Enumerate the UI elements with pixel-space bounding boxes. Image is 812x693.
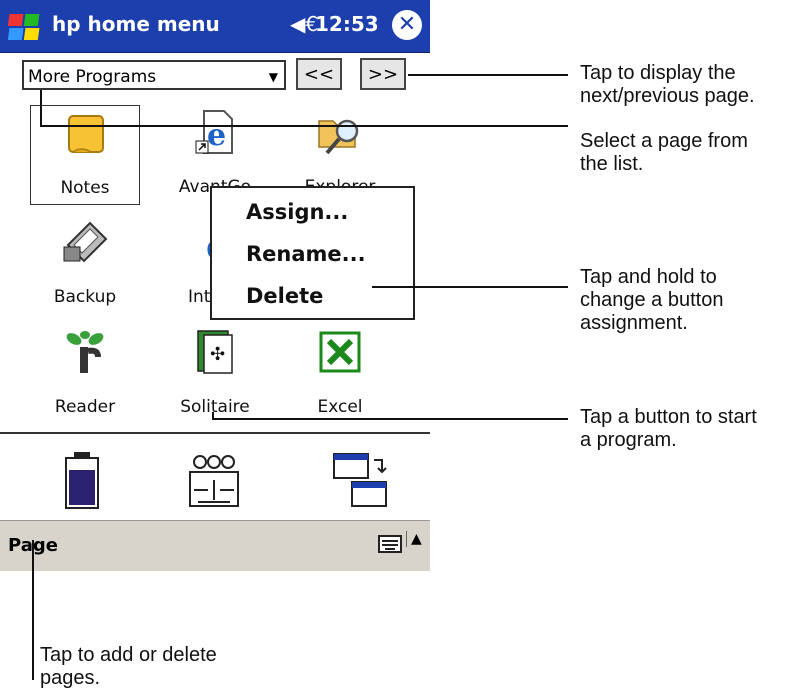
callout-select-page: Select a page from the list. <box>580 130 748 175</box>
leader-line <box>408 74 568 76</box>
app-label: Reader <box>54 397 116 417</box>
leader-line <box>40 90 42 126</box>
app-excel[interactable]: Excel <box>285 325 395 425</box>
speaker-icon[interactable]: ◀€ <box>290 12 318 36</box>
callout-button-assignment: Tap and hold to change a button assignme… <box>580 266 724 334</box>
clock[interactable]: 12:53 <box>315 12 379 36</box>
app-backup[interactable]: Backup <box>30 215 140 315</box>
close-button[interactable]: ✕ <box>392 10 422 40</box>
title-bar: hp home menu ◀€ 12:53 ✕ <box>0 0 430 53</box>
windows-start-icon[interactable] <box>8 10 44 44</box>
excel-icon <box>319 331 361 373</box>
app-label: Excel <box>317 397 363 417</box>
app-notes[interactable]: Notes <box>30 105 140 205</box>
battery-icon[interactable] <box>52 450 112 510</box>
svg-text:e: e <box>207 118 226 153</box>
app-label: Backup <box>53 287 117 307</box>
svg-text:✣: ✣ <box>210 344 225 365</box>
separator <box>0 432 430 434</box>
chevron-down-icon: ▼ <box>268 70 278 84</box>
menu-item-delete[interactable]: Delete <box>246 284 323 308</box>
callout-add-delete-pages: Tap to add or delete pages. <box>40 644 217 689</box>
next-page-button[interactable]: >> <box>360 58 406 90</box>
chevron-up-icon[interactable]: ▲ <box>406 531 422 547</box>
prev-page-button[interactable]: << <box>296 58 342 90</box>
buttons-settings-icon[interactable] <box>184 450 244 510</box>
reader-icon <box>66 331 104 373</box>
callout-next-previous: Tap to display the next/previous page. <box>580 62 755 107</box>
page-select-value: More Programs <box>28 67 157 87</box>
app-label: Solitaire <box>180 397 250 417</box>
context-menu: Assign... Rename... Delete <box>210 186 415 320</box>
app-reader[interactable]: Reader <box>30 325 140 425</box>
explorer-icon <box>318 119 359 155</box>
pocket-pc-screen: hp home menu ◀€ 12:53 ✕ More Programs ▼ … <box>0 0 430 571</box>
leader-line <box>40 125 568 127</box>
menu-item-rename[interactable]: Rename... <box>246 242 366 266</box>
leader-line <box>372 286 568 288</box>
leader-line <box>212 418 568 420</box>
app-label: Notes <box>60 178 110 198</box>
app-solitaire[interactable]: ✣ Solitaire <box>160 325 270 425</box>
backup-icon <box>63 221 108 263</box>
leader-line <box>32 540 34 680</box>
keyboard-icon[interactable] <box>378 535 402 553</box>
notes-icon <box>68 115 104 153</box>
command-bar: Page ▲ <box>0 520 430 571</box>
switcher-icon[interactable] <box>330 450 390 510</box>
page-select[interactable]: More Programs ▼ <box>22 60 286 90</box>
app-title: hp home menu <box>52 12 220 36</box>
callout-start-program: Tap a button to start a program. <box>580 406 757 451</box>
solitaire-icon: ✣ <box>197 330 233 374</box>
menu-item-assign[interactable]: Assign... <box>246 200 348 224</box>
avantgo-icon: e <box>195 110 233 154</box>
